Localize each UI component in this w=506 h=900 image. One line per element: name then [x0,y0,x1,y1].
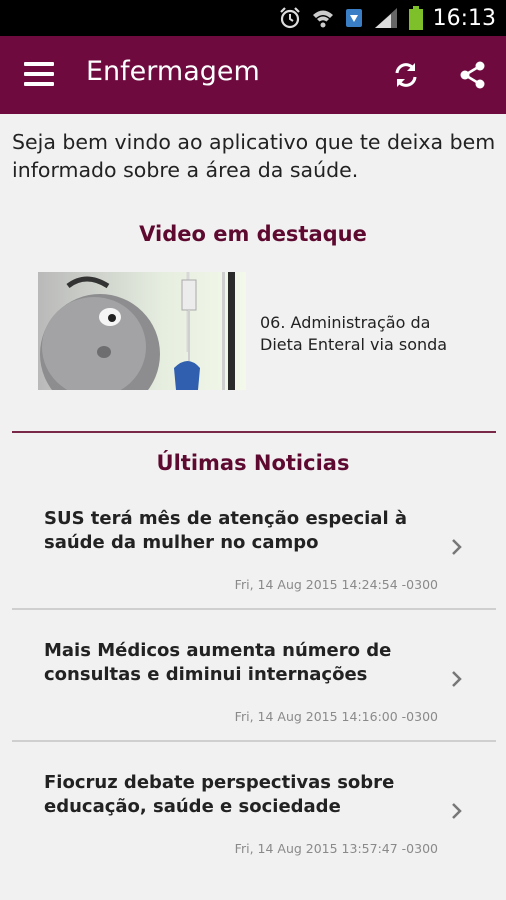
app-title: Enfermagem [86,56,260,87]
status-bar: 16:13 [0,0,506,36]
news-item[interactable]: SUS terá mês de atenção especial à saúde… [12,493,496,623]
menu-icon-bar [24,82,54,86]
wifi-icon [312,10,333,28]
news-heading: Últimas Noticias [156,451,350,475]
featured-video[interactable]: 06. Administração da Dieta Enteral via s… [38,272,458,390]
menu-icon-bar [24,72,54,76]
video-caption: 06. Administração da Dieta Enteral via s… [260,313,448,354]
battery-icon [408,6,423,30]
notification-icon [345,9,362,27]
news-item[interactable]: Mais Médicos aumenta número de consultas… [12,625,496,755]
status-time: 16:13 [432,5,496,31]
refresh-icon [395,63,417,87]
news-headline: Fiocruz debate perspectivas sobre educaç… [44,772,395,817]
video-thumbnail [38,272,246,390]
news-date: Fri, 14 Aug 2015 14:16:00 -0300 [234,709,438,724]
section-divider [12,431,496,433]
news-headline: Mais Médicos aumenta número de consultas… [44,640,392,685]
refresh-button[interactable] [391,60,421,90]
intro-text: Seja bem vindo ao aplicativo que te deix… [12,130,496,182]
news-headline: SUS terá mês de atenção especial à saúde… [44,508,408,553]
chevron-right-icon [452,803,462,819]
chevron-right-icon [452,671,462,687]
featured-heading: Video em destaque [139,222,367,246]
news-date: Fri, 14 Aug 2015 14:24:54 -0300 [234,577,438,592]
share-icon [460,61,485,89]
signal-icon [374,8,397,28]
share-button[interactable] [458,60,488,90]
news-divider [12,608,496,610]
menu-icon-bar [24,62,54,66]
chevron-right-icon [452,539,462,555]
menu-button[interactable] [24,62,54,88]
status-icons: 16:13 [278,0,496,36]
app-bar: Enfermagem [0,36,506,114]
news-divider [12,740,496,742]
news-date: Fri, 14 Aug 2015 13:57:47 -0300 [234,841,438,856]
alarm-icon [279,7,300,29]
news-item[interactable]: Fiocruz debate perspectivas sobre educaç… [12,757,496,887]
